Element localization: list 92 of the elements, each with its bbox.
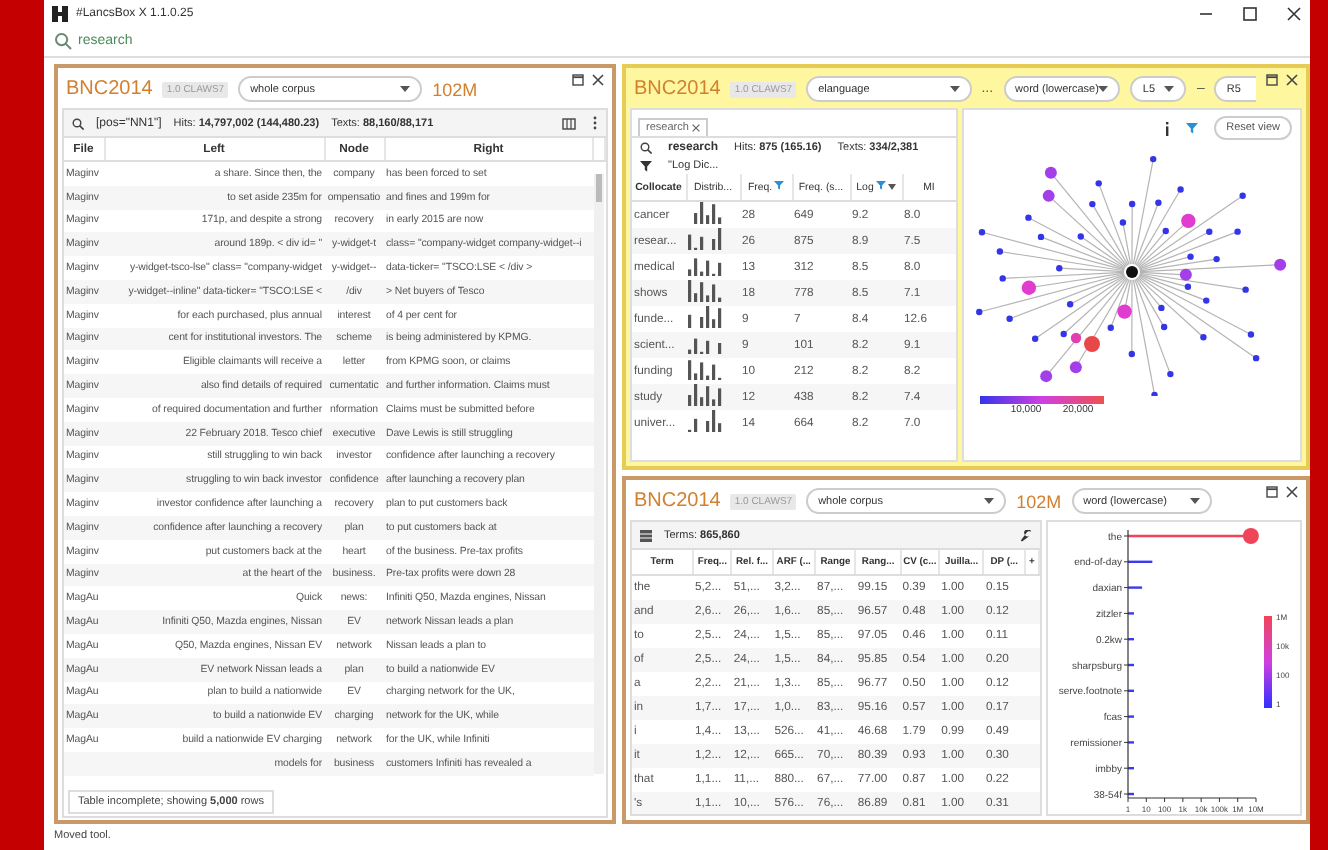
- maximize-icon[interactable]: [1242, 5, 1258, 21]
- close-icon[interactable]: [692, 124, 701, 132]
- graph-node[interactable]: [1056, 265, 1063, 272]
- close-icon[interactable]: [1286, 486, 1298, 498]
- graph-node[interactable]: [1155, 199, 1162, 206]
- caret-icon: [1098, 85, 1109, 93]
- graph-node[interactable]: [1119, 219, 1127, 226]
- graph-node[interactable]: [1206, 228, 1213, 235]
- caret-icon: [949, 85, 960, 93]
- graph-node[interactable]: [1179, 268, 1192, 281]
- distribution-bars-drawing: [686, 254, 722, 276]
- graph-node[interactable]: [1203, 297, 1210, 304]
- caret-icon: [400, 85, 411, 93]
- graph-node[interactable]: [976, 308, 983, 316]
- graph-node[interactable]: [996, 248, 1004, 255]
- graph-node[interactable]: [1252, 354, 1260, 362]
- sort-caret-icon[interactable]: [887, 184, 896, 190]
- graph-node[interactable]: [1126, 266, 1138, 278]
- corpus-size: 102M: [1016, 491, 1062, 511]
- list-icon: [640, 529, 652, 541]
- close-icon[interactable]: [1286, 5, 1302, 21]
- graph-node[interactable]: [1247, 331, 1255, 338]
- distribution-bars-drawing: [686, 410, 722, 432]
- color-scale-bar: [1264, 616, 1272, 708]
- maximize-icon[interactable]: [1266, 486, 1278, 498]
- graph-node[interactable]: [1095, 180, 1102, 187]
- corpus-name: BNC2014: [634, 78, 721, 100]
- graph-node[interactable]: [978, 229, 986, 236]
- graph-node[interactable]: [1044, 166, 1057, 179]
- search-icon: [640, 141, 652, 153]
- graph-node[interactable]: [1040, 370, 1053, 383]
- scrollbar[interactable]: [594, 174, 604, 774]
- graph-node[interactable]: [1128, 350, 1135, 358]
- graph-node[interactable]: [999, 275, 1006, 282]
- x-axis: [1127, 797, 1257, 803]
- color-scale-bar: [980, 396, 1104, 404]
- graph-node[interactable]: [1158, 304, 1165, 312]
- graph-node[interactable]: [1070, 332, 1082, 344]
- graph-node[interactable]: [1167, 370, 1174, 378]
- close-icon[interactable]: [1286, 74, 1298, 86]
- wrench-icon[interactable]: [1020, 529, 1032, 541]
- graph-node[interactable]: [1150, 155, 1157, 163]
- graph-node[interactable]: [1042, 189, 1055, 202]
- graph-node[interactable]: [1274, 258, 1287, 271]
- graph-node[interactable]: [1066, 301, 1074, 308]
- graph-node[interactable]: [1077, 233, 1084, 240]
- graph-node[interactable]: [1089, 200, 1096, 208]
- maximize-icon[interactable]: [572, 74, 584, 86]
- more-options-icon[interactable]: [592, 116, 598, 130]
- graph-node[interactable]: [1213, 255, 1220, 263]
- corpus-size: 102M: [432, 79, 478, 99]
- distribution-bars-drawing: [686, 358, 722, 380]
- graph-node[interactable]: [1025, 214, 1032, 221]
- app-logo-icon: [52, 5, 68, 21]
- graph-node[interactable]: [1187, 253, 1194, 260]
- distribution-bars-drawing: [686, 280, 722, 302]
- search-icon: [72, 117, 84, 129]
- graph-node[interactable]: [1031, 335, 1039, 342]
- graph-node[interactable]: [1234, 228, 1241, 235]
- graph-node[interactable]: [1117, 304, 1132, 319]
- graph-node[interactable]: [1151, 391, 1158, 396]
- graph-node[interactable]: [1084, 336, 1100, 352]
- graph-node[interactable]: [1021, 280, 1037, 295]
- graph-node[interactable]: [1128, 200, 1136, 208]
- distribution-bars-drawing: [686, 228, 722, 250]
- filter-icon[interactable]: [640, 159, 652, 171]
- graph-node[interactable]: [1184, 283, 1192, 290]
- corpus-name: BNC2014: [634, 490, 721, 512]
- search-icon: [54, 32, 72, 50]
- graph-node[interactable]: [1069, 361, 1082, 374]
- caret-icon: [1189, 497, 1200, 505]
- graph-node[interactable]: [1160, 323, 1168, 331]
- lollipop-dot: [1242, 528, 1259, 544]
- distribution-bars-drawing: [686, 306, 722, 328]
- graph-node[interactable]: [1006, 315, 1013, 322]
- distribution-bars-drawing: [686, 384, 722, 406]
- graph-node[interactable]: [1239, 192, 1246, 199]
- info-icon[interactable]: [1164, 121, 1171, 135]
- graph-node[interactable]: [1162, 227, 1169, 235]
- graph-node[interactable]: [1060, 330, 1067, 338]
- maximize-icon[interactable]: [1266, 74, 1278, 86]
- graph-node[interactable]: [1200, 334, 1207, 341]
- graph-node[interactable]: [1177, 186, 1184, 193]
- corpus-name: BNC2014: [66, 78, 153, 100]
- columns-icon[interactable]: [562, 117, 576, 129]
- caret-icon: [984, 497, 995, 505]
- graph-node[interactable]: [1107, 324, 1114, 331]
- close-icon[interactable]: [592, 74, 604, 86]
- caret-icon: [1164, 85, 1175, 93]
- graph-node[interactable]: [1037, 233, 1045, 241]
- graph-node[interactable]: [1242, 286, 1249, 293]
- graph-node[interactable]: [1181, 213, 1196, 229]
